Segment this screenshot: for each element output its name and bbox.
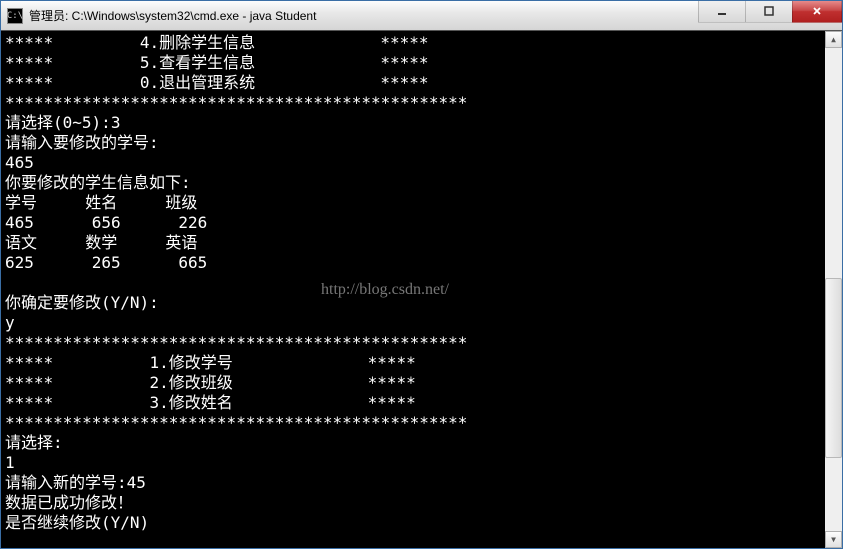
input-confirm: y <box>5 313 15 332</box>
row2-math: 265 <box>92 253 121 272</box>
deco-line: ****************************************… <box>5 333 467 352</box>
row1-class: 226 <box>178 213 207 232</box>
deco-stars: ***** <box>380 73 428 92</box>
scroll-thumb[interactable] <box>825 278 842 458</box>
sub-menu-1: 1.修改学号 <box>150 353 233 372</box>
prompt-enter-id: 请输入要修改的学号: <box>5 133 159 152</box>
maximize-button[interactable] <box>745 1 793 23</box>
deco-stars: ***** <box>368 373 416 392</box>
terminal-output[interactable]: ***** 4.删除学生信息 ***** ***** 5.查看学生信息 ****… <box>1 31 825 548</box>
scroll-down-button[interactable]: ▼ <box>825 531 842 548</box>
sub-menu-2: 2.修改班级 <box>150 373 233 392</box>
minimize-button[interactable] <box>698 1 746 23</box>
deco-stars: ***** <box>380 53 428 72</box>
msg-success: 数据已成功修改！ <box>5 493 133 512</box>
deco-stars: ***** <box>5 33 53 52</box>
terminal-area: ***** 4.删除学生信息 ***** ***** 5.查看学生信息 ****… <box>1 31 842 548</box>
deco-stars: ***** <box>5 373 53 392</box>
input-id: 465 <box>5 153 34 172</box>
cmd-window: C:\ 管理员: C:\Windows\system32\cmd.exe - j… <box>0 0 843 549</box>
window-controls <box>699 1 842 23</box>
input-select2: 1 <box>5 453 15 472</box>
close-button[interactable] <box>792 1 842 23</box>
col-id: 学号 <box>5 193 37 212</box>
col-chinese: 语文 <box>5 233 37 252</box>
menu-item-5: 5.查看学生信息 <box>140 53 255 72</box>
menu-item-4: 4.删除学生信息 <box>140 33 255 52</box>
menu-item-0: 0.退出管理系统 <box>140 73 255 92</box>
deco-stars: ***** <box>5 393 53 412</box>
input-new-id: 45 <box>127 473 146 492</box>
deco-line: ****************************************… <box>5 93 467 112</box>
scroll-track[interactable] <box>825 48 842 531</box>
deco-stars: ***** <box>5 73 53 92</box>
deco-stars: ***** <box>5 353 53 372</box>
input-select: 3 <box>111 113 121 132</box>
vertical-scrollbar[interactable]: ▲ ▼ <box>825 31 842 548</box>
deco-stars: ***** <box>380 33 428 52</box>
sub-menu-3: 3.修改姓名 <box>150 393 233 412</box>
col-name: 姓名 <box>85 193 117 212</box>
titlebar[interactable]: C:\ 管理员: C:\Windows\system32\cmd.exe - j… <box>1 1 842 31</box>
prompt-new-id: 请输入新的学号: <box>5 473 127 492</box>
deco-stars: ***** <box>5 53 53 72</box>
deco-stars: ***** <box>368 393 416 412</box>
col-class: 班级 <box>165 193 197 212</box>
prompt-confirm: 你确定要修改(Y/N): <box>5 293 159 312</box>
deco-line: ****************************************… <box>5 413 467 432</box>
col-english: 英语 <box>165 233 197 252</box>
prompt-continue: 是否继续修改(Y/N) <box>5 513 149 532</box>
info-header: 你要修改的学生信息如下: <box>5 173 191 192</box>
row2-english: 665 <box>178 253 207 272</box>
row1-id: 465 <box>5 213 34 232</box>
scroll-up-button[interactable]: ▲ <box>825 31 842 48</box>
window-title: 管理员: C:\Windows\system32\cmd.exe - java … <box>29 7 699 24</box>
cmd-icon: C:\ <box>7 8 23 24</box>
row1-name: 656 <box>92 213 121 232</box>
row2-chinese: 625 <box>5 253 34 272</box>
deco-stars: ***** <box>368 353 416 372</box>
col-math: 数学 <box>85 233 117 252</box>
prompt-please-select: 请选择: <box>5 433 63 452</box>
prompt-select: 请选择(0~5): <box>5 113 111 132</box>
